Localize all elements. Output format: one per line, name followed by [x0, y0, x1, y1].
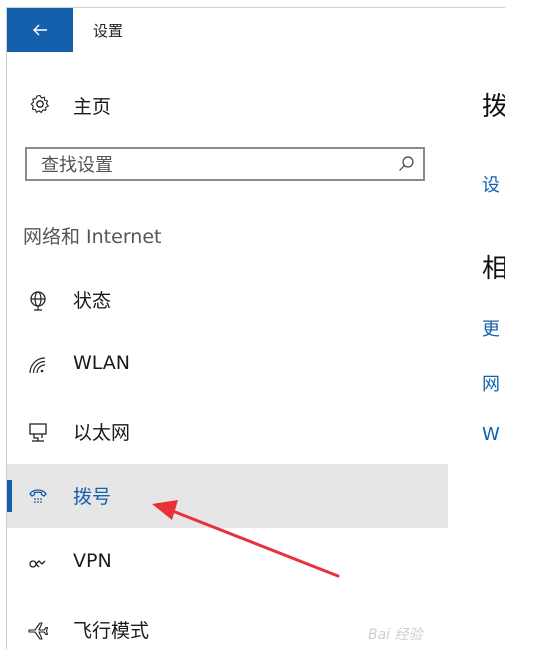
- gear-icon: [30, 94, 50, 114]
- title-bar: 设置: [7, 8, 505, 52]
- ethernet-icon: [29, 423, 47, 442]
- sidebar-item-status[interactable]: 状态: [7, 268, 448, 332]
- related-link[interactable]: 更: [482, 315, 500, 341]
- dialup-icon: [29, 489, 47, 503]
- sidebar-item-wlan[interactable]: WLAN: [7, 334, 448, 398]
- section-title: 网络和 Internet: [23, 226, 162, 248]
- related-link[interactable]: W: [482, 424, 500, 445]
- selection-indicator: [7, 480, 12, 512]
- home-label: 主页: [73, 96, 112, 118]
- settings-sidebar: 主页 网络和 Internet 状态 WLAN: [7, 52, 448, 649]
- watermark-text: Bai 经验: [368, 627, 423, 643]
- sidebar-item-ethernet[interactable]: 以太网: [7, 400, 448, 464]
- back-button[interactable]: [7, 8, 73, 52]
- sidebar-item-dialup[interactable]: 拨号: [7, 464, 448, 528]
- content-link[interactable]: 设: [482, 171, 500, 197]
- related-link[interactable]: 网: [482, 370, 500, 396]
- sidebar-item-label: VPN: [73, 550, 112, 572]
- window-top-border: [0, 0, 505, 8]
- sidebar-item-home[interactable]: 主页: [7, 84, 448, 124]
- content-heading: 拨: [482, 92, 505, 122]
- search-settings-box[interactable]: [25, 147, 425, 181]
- sidebar-item-vpn[interactable]: VPN: [7, 532, 448, 596]
- back-arrow-icon: [33, 24, 47, 36]
- airplane-icon: [28, 622, 49, 640]
- sidebar-item-label: 状态: [73, 290, 112, 312]
- content-pane: 拨 设 相 更 网 W: [448, 52, 505, 649]
- sidebar-item-label: 以太网: [73, 422, 131, 444]
- related-settings-heading: 相: [482, 254, 505, 284]
- sidebar-item-label: 拨号: [73, 486, 112, 508]
- window-title: 设置: [93, 22, 124, 40]
- sidebar-item-label: 飞行模式: [73, 620, 150, 642]
- search-icon[interactable]: [397, 155, 415, 173]
- vpn-icon: [29, 560, 46, 568]
- search-input[interactable]: [39, 153, 383, 177]
- wifi-icon: [29, 357, 46, 374]
- window-right-margin: [505, 0, 559, 649]
- sidebar-item-label: WLAN: [73, 352, 131, 374]
- window-left-border: [0, 7, 7, 649]
- globe-icon: [30, 291, 46, 311]
